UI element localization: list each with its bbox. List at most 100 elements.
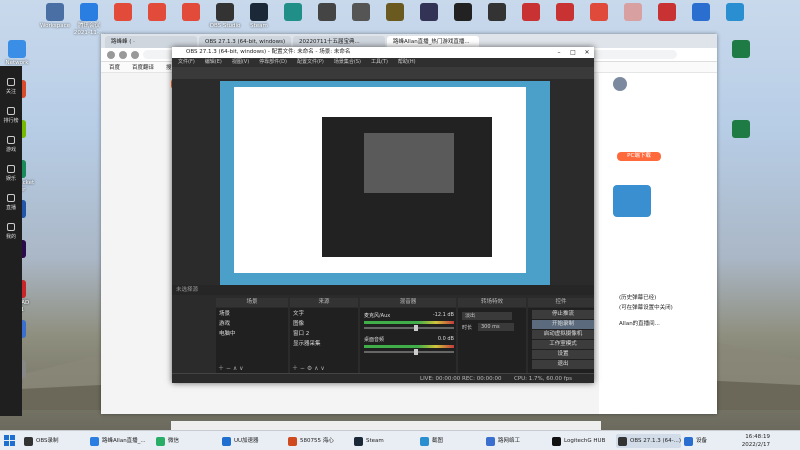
obs-menu-item[interactable]: 视图(V) — [232, 58, 249, 67]
desktop-icon[interactable]: Network — [0, 40, 36, 67]
side-nav-label: 直播 — [5, 205, 16, 211]
desktop-icon[interactable]: Workspace — [36, 3, 74, 30]
taskbar-item[interactable]: OBS 27.1.3 (64-...) — [616, 434, 682, 448]
desktop-icon[interactable] — [648, 3, 686, 23]
desktop-icon[interactable] — [308, 3, 346, 23]
source-item[interactable]: 图像 — [290, 318, 358, 328]
scene-item[interactable]: 游戏 — [216, 318, 288, 328]
control-button[interactable]: 开始录制 — [532, 320, 594, 329]
side-nav-item[interactable]: 关注 — [0, 78, 22, 95]
source-item[interactable]: 窗口 2 — [290, 328, 358, 338]
system-clock[interactable]: 16:48:19 2022/2/17 — [742, 433, 770, 449]
desktop-icon-label: OBS Studio — [209, 23, 241, 29]
obs-menu-item[interactable]: 场景集合(S) — [334, 58, 361, 67]
volume-slider-knob[interactable] — [414, 349, 418, 355]
close-icon[interactable]: ✕ — [580, 47, 594, 58]
transition-select[interactable]: 淡出 — [462, 312, 512, 320]
bookmark-item[interactable]: 百度 — [109, 63, 120, 71]
source-item[interactable]: 文字 — [290, 308, 358, 318]
preview-nested-obs-inner — [364, 133, 454, 193]
taskbar-item[interactable]: LogitechG HUB — [550, 434, 605, 448]
desktop-icon[interactable] — [546, 3, 584, 23]
control-button[interactable]: 工作室模式 — [532, 340, 594, 349]
taskbar-item[interactable]: 路峰Allan直播_... — [88, 434, 146, 448]
control-button[interactable]: 启动虚拟摄像机 — [532, 330, 594, 339]
refresh-icon[interactable] — [131, 50, 139, 59]
volume-slider[interactable] — [364, 325, 454, 331]
desktop-icon[interactable] — [478, 3, 516, 23]
taskbar-item[interactable]: 微信 — [154, 434, 179, 448]
chat-text-1: (历史弹幕已经) — [619, 295, 657, 301]
forward-icon[interactable] — [119, 50, 127, 59]
app-icon — [80, 3, 98, 21]
side-nav-item[interactable]: 排行榜 — [0, 107, 22, 124]
side-nav-icon — [7, 107, 15, 115]
taskbar-item[interactable]: 路网络工 — [484, 434, 520, 448]
obs-title-bar: OBS 27.1.3 (64-bit, windows) - 配置文件: 未命名… — [172, 47, 594, 58]
desktop-icon-label: Workspace — [39, 23, 71, 29]
side-nav-item[interactable]: 游戏 — [0, 136, 22, 153]
desktop-icon[interactable] — [410, 3, 448, 23]
scene-item[interactable]: 场景 — [216, 308, 288, 318]
taskbar-item[interactable]: 截图 — [418, 434, 443, 448]
desktop-icon[interactable] — [444, 3, 482, 23]
desktop-icon[interactable] — [716, 3, 754, 23]
pc-download-button[interactable]: PC端下载 — [617, 152, 661, 161]
desktop-icon[interactable]: OBS Studio — [206, 3, 244, 30]
desktop-icon[interactable] — [682, 3, 720, 23]
back-icon[interactable] — [107, 50, 115, 59]
obs-menu-item[interactable]: 编辑(E) — [205, 58, 222, 67]
obs-menu-item[interactable]: 帮助(H) — [398, 58, 416, 67]
desktop-icon[interactable] — [376, 3, 414, 23]
taskbar-item-label: 截图 — [432, 438, 444, 444]
scene-add-remove[interactable]: ＋ − ∧ ∨ — [218, 363, 244, 372]
bookmark-item[interactable]: 百度翻译 — [132, 63, 154, 71]
taskbar-item[interactable]: UU加速器 — [220, 434, 259, 448]
start-button[interactable] — [4, 435, 15, 446]
desktop-icon[interactable] — [614, 3, 652, 23]
volume-slider-knob[interactable] — [414, 325, 418, 331]
scene-item[interactable]: 电脑中 — [216, 328, 288, 338]
obs-menu-item[interactable]: 停靠部件(D) — [259, 58, 287, 67]
desktop-icon[interactable] — [138, 3, 176, 23]
taskbar-item[interactable]: 设备 — [682, 434, 707, 448]
desktop-icon[interactable] — [722, 40, 760, 60]
obs-menu-bar: 文件(F) 编辑(E) 视图(V) 停靠部件(D) 配置文件(P) 场景集合(S) 工具(T… — [172, 58, 594, 67]
control-button[interactable]: 停止推流 — [532, 310, 594, 319]
taskbar-item[interactable]: 580755 海心 — [286, 434, 334, 448]
control-button[interactable]: 退出 — [532, 360, 594, 369]
app-icon — [488, 3, 506, 21]
maximize-icon[interactable]: □ — [566, 47, 580, 58]
side-nav-label: 关注 — [5, 89, 16, 95]
scenes-header: 场景 — [216, 298, 288, 307]
desktop-icon[interactable] — [722, 120, 760, 140]
control-button[interactable]: 设置 — [532, 350, 594, 359]
desktop-icon[interactable]: 腾讯会议 2021-11-... — [70, 3, 108, 37]
app-icon — [114, 3, 132, 21]
source-item[interactable]: 显示器采集 — [290, 338, 358, 348]
app-icon — [556, 3, 574, 21]
obs-menu-item[interactable]: 文件(F) — [178, 58, 195, 67]
taskbar-app-icon — [354, 437, 363, 446]
side-nav-item[interactable]: 直播 — [0, 194, 22, 211]
taskbar-item[interactable]: Steam — [352, 434, 384, 448]
obs-menu-item[interactable]: 工具(T) — [371, 58, 388, 67]
volume-slider[interactable] — [364, 349, 454, 355]
mixer-header: 混音器 — [360, 298, 456, 307]
desktop-icon[interactable]: Steam — [240, 3, 278, 30]
obs-menu-item[interactable]: 配置文件(P) — [297, 58, 324, 67]
cpu-status: CPU: 1.7%, 60.00 fps — [514, 376, 573, 382]
minimize-icon[interactable]: – — [552, 47, 566, 58]
desktop-icon[interactable] — [512, 3, 550, 23]
desktop-icon[interactable] — [274, 3, 312, 23]
side-nav-item[interactable]: 我的 — [0, 223, 22, 240]
transition-duration[interactable]: 300 ms — [478, 323, 514, 331]
taskbar-item[interactable]: OBS录制 — [22, 434, 59, 448]
side-nav-item[interactable]: 娱乐 — [0, 165, 22, 182]
desktop-icon[interactable] — [342, 3, 380, 23]
desktop-icon[interactable] — [104, 3, 142, 23]
obs-preview[interactable] — [220, 81, 550, 313]
desktop-icon[interactable] — [580, 3, 618, 23]
source-add-remove[interactable]: ＋ − ⚙ ∧ ∨ — [292, 363, 325, 372]
desktop-icon[interactable] — [172, 3, 210, 23]
